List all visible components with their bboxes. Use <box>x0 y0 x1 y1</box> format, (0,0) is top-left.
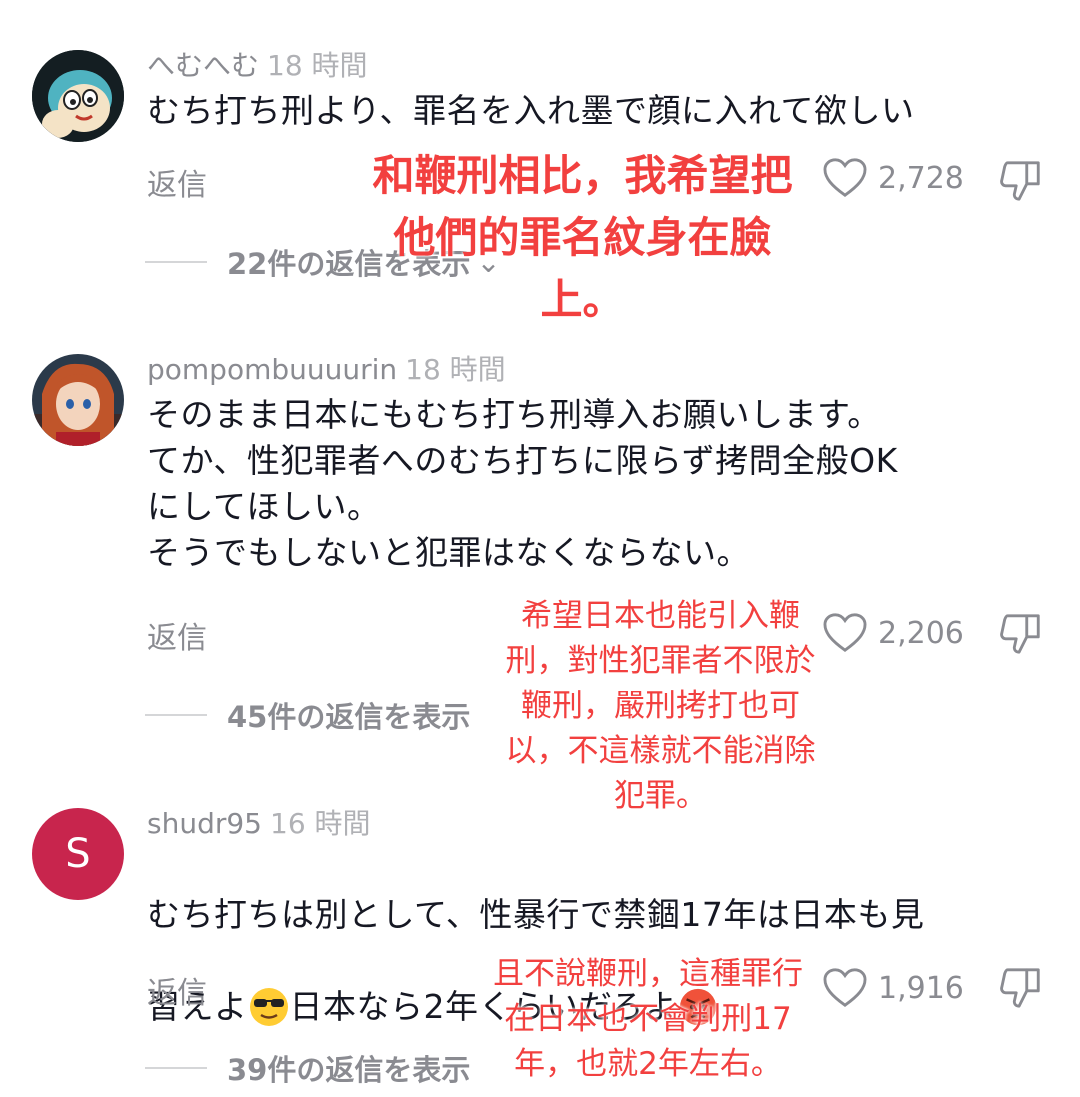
username[interactable]: pompombuuuurin <box>147 353 397 386</box>
timestamp: 18 時間 <box>267 49 368 82</box>
like-button[interactable]: 2,728 <box>822 157 964 199</box>
divider <box>145 714 207 716</box>
comment-text: そのまま日本にもむち打ち刑導入お願いします。 てか、性犯罪者へのむち打ちに限らず… <box>147 395 898 572</box>
view-replies-label: 45件の返信を表示 <box>227 700 471 734</box>
username[interactable]: へむへむ <box>147 49 259 82</box>
translation-annotation: 且不說鞭刑，這種罪行 在日本也不會判刑17 年，也就2年左右。 <box>493 956 803 1082</box>
like-count: 2,728 <box>878 160 964 196</box>
divider <box>145 1067 207 1069</box>
divider <box>145 261 207 263</box>
comment-meta: へむへむ 18 時間 <box>147 44 368 84</box>
like-count: 2,206 <box>878 615 964 651</box>
avatar[interactable] <box>32 354 124 446</box>
comment-meta: shudr95 16 時間 <box>147 802 371 842</box>
like-count: 1,916 <box>878 970 964 1006</box>
translation-annotation: 和鞭刑相比，我希望把 他們的罪名紋身在臉 上。 <box>372 151 793 324</box>
thumbs-down-icon[interactable] <box>998 964 1044 1010</box>
heart-outline-icon <box>823 968 867 1007</box>
comment-text: むち打ち刑より、罪名を入れ墨で顔に入れて欲しい <box>147 91 915 130</box>
reply-button[interactable]: 返信 <box>147 613 207 657</box>
reply-button[interactable]: 返信 <box>147 968 207 1012</box>
thumbs-down-icon[interactable] <box>998 610 1044 656</box>
view-replies-button[interactable]: 39件の返信を表示 <box>145 1047 470 1089</box>
sunglasses-emoji <box>249 988 288 1026</box>
avatar[interactable]: S <box>32 808 124 900</box>
username[interactable]: shudr95 <box>147 807 262 840</box>
view-replies-button[interactable]: 45件の返信を表示 <box>145 694 470 736</box>
avatar[interactable] <box>32 50 124 142</box>
like-button[interactable]: 1,916 <box>822 967 964 1009</box>
reply-button[interactable]: 返信 <box>147 160 207 204</box>
comment-meta: pompombuuuurin 18 時間 <box>147 348 506 388</box>
thumbs-down-icon[interactable] <box>998 157 1044 203</box>
translation-annotation: 希望日本也能引入鞭 刑，對性犯罪者不限於 鞭刑，嚴刑拷打也可 以，不這樣就不能消… <box>505 598 816 814</box>
timestamp: 18 時間 <box>405 353 506 386</box>
avatar-letter: S <box>65 831 91 877</box>
timestamp: 16 時間 <box>270 807 371 840</box>
comment-text-line: むち打ちは別として、性暴行で禁錮17年は日本も見 <box>147 895 925 934</box>
like-button[interactable]: 2,206 <box>822 612 964 654</box>
heart-outline-icon <box>823 158 867 197</box>
view-replies-label: 39件の返信を表示 <box>227 1053 471 1087</box>
